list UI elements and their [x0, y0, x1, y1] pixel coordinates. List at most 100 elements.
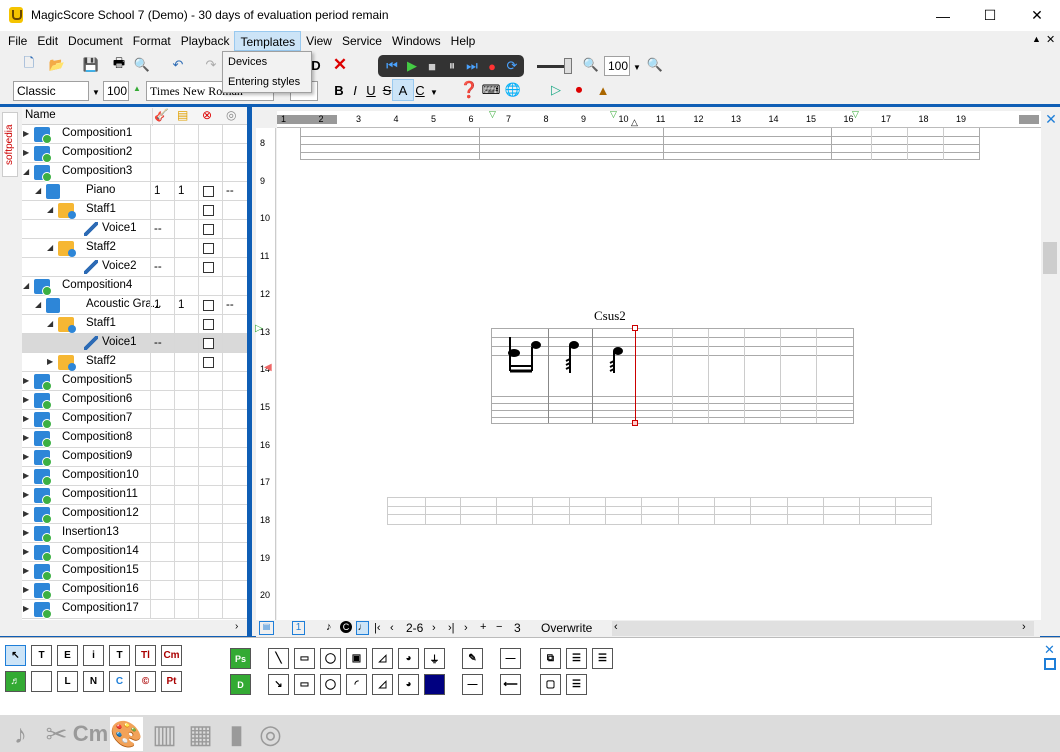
tree-cell-solo[interactable]: [222, 524, 247, 543]
metronome-icon[interactable]: ▲: [592, 79, 614, 101]
collapse-icon[interactable]: ◢: [23, 281, 29, 290]
tree-row[interactable]: ▶ Composition2: [22, 144, 247, 163]
drawing-tool-icon[interactable]: ╲: [268, 648, 289, 669]
voice-tool-icon[interactable]: ♩: [356, 621, 369, 635]
expand-icon[interactable]: ▶: [23, 414, 29, 423]
ruler-marker-end-icon[interactable]: ◀: [264, 362, 272, 373]
select-arrow-icon[interactable]: ↖: [5, 645, 26, 666]
tree-cell-instrument[interactable]: [150, 391, 174, 410]
softpedia-tab[interactable]: softpedia: [2, 112, 18, 177]
tree-cell-staff[interactable]: [174, 410, 198, 429]
tree-cell-solo[interactable]: [222, 315, 247, 334]
drawing-tool-icon[interactable]: ☰: [592, 648, 613, 669]
mute-checkbox[interactable]: [203, 262, 214, 273]
loop-icon[interactable]: ⟳: [501, 55, 523, 77]
tree-cell-instrument[interactable]: [150, 125, 174, 144]
tree-cell-instrument[interactable]: [150, 163, 174, 182]
tree-row[interactable]: ▶ Composition16: [22, 581, 247, 600]
note-tool-icon[interactable]: ♪: [326, 621, 332, 633]
size-select[interactable]: 100: [103, 81, 129, 101]
tree-cell-instrument[interactable]: [150, 410, 174, 429]
tree-cell-instrument[interactable]: [150, 486, 174, 505]
drawing-tool-icon[interactable]: ◯: [320, 648, 341, 669]
drawing-tool-icon[interactable]: ⧉: [540, 648, 561, 669]
tree-cell-mute[interactable]: [198, 467, 222, 486]
tree-cell-staff[interactable]: [174, 467, 198, 486]
tree-cell-solo[interactable]: [222, 391, 247, 410]
tree-row[interactable]: ▶ Composition6: [22, 391, 247, 410]
minimize-button[interactable]: —: [920, 0, 966, 31]
forward-icon[interactable]: ⏭: [461, 55, 483, 77]
tree-cell-mute[interactable]: [198, 258, 222, 277]
tree-cell-instrument[interactable]: [150, 144, 174, 163]
rewind-icon[interactable]: ⏮: [381, 55, 403, 77]
tree-cell-staff[interactable]: [174, 505, 198, 524]
menu-item-devices[interactable]: Devices: [223, 52, 311, 72]
drawing-tool-icon[interactable]: ▣: [346, 648, 367, 669]
first-page-icon[interactable]: |‹: [374, 622, 381, 634]
tree-row[interactable]: ▶ Composition1: [22, 125, 247, 144]
drawing-tool-icon[interactable]: ⏚: [424, 648, 445, 669]
tree-cell-mute[interactable]: [198, 486, 222, 505]
mute-checkbox[interactable]: [203, 319, 214, 330]
palette-symbol-tool-icon[interactable]: [31, 671, 52, 692]
tree-cell-staff[interactable]: [174, 543, 198, 562]
tree-hscroll[interactable]: ›: [22, 620, 247, 636]
tree-col-staff-icon[interactable]: ▤: [177, 108, 188, 122]
tree-cell-solo[interactable]: --: [222, 182, 247, 201]
palette-text-tool-icon[interactable]: T: [31, 645, 52, 666]
tree-cell-staff[interactable]: [174, 163, 198, 182]
expand-icon[interactable]: ▶: [23, 452, 29, 461]
staff-system-2[interactable]: [491, 328, 854, 424]
volume-slider-thumb[interactable]: [564, 58, 572, 74]
menu-document[interactable]: Document: [63, 31, 128, 51]
tree-cell-solo[interactable]: --: [222, 296, 247, 315]
tree-cell-staff[interactable]: [174, 258, 198, 277]
tree-cell-mute[interactable]: [198, 201, 222, 220]
tree-cell-mute[interactable]: [198, 410, 222, 429]
tree-cell-mute[interactable]: [198, 277, 222, 296]
keyboard-icon[interactable]: ⌨: [480, 79, 502, 101]
expand-icon[interactable]: ▶: [23, 509, 29, 518]
tree-cell-staff[interactable]: [174, 239, 198, 258]
remove-page-icon[interactable]: −: [496, 621, 502, 633]
tree-cell-solo[interactable]: [222, 258, 247, 277]
mute-checkbox[interactable]: [203, 186, 214, 197]
next-page-icon[interactable]: ›: [432, 622, 436, 634]
delete-icon[interactable]: ✕: [329, 54, 351, 76]
tree-cell-instrument[interactable]: --: [150, 334, 174, 353]
text-color-button[interactable]: C: [409, 79, 431, 101]
notes-group[interactable]: [502, 333, 632, 377]
tree-cell-staff[interactable]: 1: [174, 296, 198, 315]
tree-row[interactable]: ◢ Acoustic Gra... 1 1 --: [22, 296, 247, 315]
palette-symbol-tool-icon[interactable]: N: [83, 671, 104, 692]
collapse-icon[interactable]: ◢: [47, 243, 53, 252]
palette-d-icon[interactable]: D: [230, 674, 251, 695]
play-from-icon[interactable]: ▷: [545, 79, 567, 101]
tree-cell-staff[interactable]: [174, 201, 198, 220]
expand-icon[interactable]: ▶: [23, 129, 29, 138]
mute-checkbox[interactable]: [203, 357, 214, 368]
palette-text-tool-icon[interactable]: Tl: [135, 645, 156, 666]
palette-symbol-tool-icon[interactable]: Pt: [161, 671, 182, 692]
tree-row[interactable]: Voice2 --: [22, 258, 247, 277]
drawing-tool-icon[interactable]: ✎: [462, 648, 483, 669]
drawing-tool-icon[interactable]: ▢: [540, 674, 561, 695]
selection-handle-top[interactable]: [632, 325, 638, 331]
chord-label[interactable]: Csus2: [594, 308, 626, 324]
mute-checkbox[interactable]: [203, 300, 214, 311]
zoom-dropdown-icon[interactable]: ▼: [633, 63, 641, 72]
tree-cell-staff[interactable]: [174, 315, 198, 334]
tree-cell-staff[interactable]: [174, 600, 198, 619]
collapse-icon[interactable]: ◢: [35, 300, 41, 309]
menu-item-entering-styles[interactable]: Entering styles: [223, 72, 311, 92]
tree-col-mute-icon[interactable]: ⊗: [202, 108, 212, 122]
collapse-icon[interactable]: ◢: [35, 186, 41, 195]
score-vscroll[interactable]: [1041, 128, 1060, 620]
drawing-tool-icon[interactable]: ☰: [566, 648, 587, 669]
tree-cell-instrument[interactable]: [150, 505, 174, 524]
score-vscroll-thumb[interactable]: [1043, 242, 1057, 274]
mute-checkbox[interactable]: [203, 243, 214, 254]
tree-row[interactable]: ◢ Staff1: [22, 315, 247, 334]
palette-symbol-tool-icon[interactable]: L: [57, 671, 78, 692]
